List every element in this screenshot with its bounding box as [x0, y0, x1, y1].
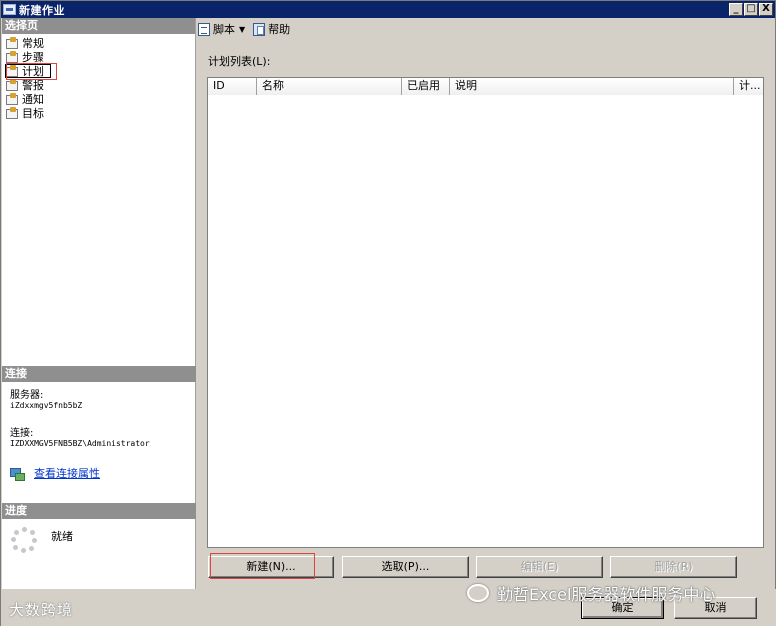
column-header-id[interactable]: ID	[208, 78, 257, 95]
progress-section: 进度 就绪	[2, 503, 196, 553]
connection-header: 连接	[2, 366, 196, 382]
new-job-dialog: 新建作业 _ □ X 选择页 常规 步骤 计划 警报 通知 目标 连接 服务器:…	[0, 0, 776, 626]
page-icon	[5, 79, 18, 91]
window-controls: _ □ X	[729, 3, 773, 16]
column-header-schedule[interactable]: 计...	[734, 78, 763, 95]
script-label: 脚本	[213, 23, 235, 36]
toolbar: 脚本 ▼ 帮助	[198, 19, 775, 39]
watermark-left-text: 大数跨境	[9, 601, 74, 619]
annotation-highlight-new	[210, 553, 315, 579]
nav-item-general[interactable]: 常规	[5, 36, 195, 50]
chevron-down-icon: ▼	[239, 24, 246, 34]
schedule-list-table[interactable]: ID 名称 已启用 说明 计...	[207, 77, 764, 548]
connection-section: 连接 服务器: iZdxxmgv5fnb5bZ 连接: IZDXXMGV5FNB…	[2, 366, 196, 481]
progress-status: 就绪	[51, 530, 73, 543]
help-label: 帮助	[268, 23, 291, 36]
maximize-button[interactable]: □	[744, 3, 758, 16]
watermark-left: 大数跨境	[9, 599, 73, 620]
page-icon	[5, 37, 18, 49]
nav-item-alerts[interactable]: 警报	[5, 78, 195, 92]
nav-item-label: 目标	[22, 107, 44, 120]
column-header-enabled[interactable]: 已启用	[402, 78, 450, 95]
title-bar[interactable]: 新建作业 _ □ X	[1, 1, 775, 18]
close-button[interactable]: X	[759, 3, 773, 16]
minimize-button[interactable]: _	[729, 3, 743, 16]
script-icon	[198, 22, 210, 36]
connection-link-row: 查看连接属性	[10, 465, 196, 481]
view-connection-properties-link[interactable]: 查看连接属性	[34, 465, 100, 481]
watermark-right: 勤哲Excel服务器软件服务中心	[467, 581, 715, 605]
watermark-right-text: 勤哲Excel服务器软件服务中心	[497, 585, 716, 604]
annotation-highlight-schedules	[6, 63, 57, 80]
window-title: 新建作业	[19, 3, 65, 17]
chat-bubble-icon	[467, 584, 489, 602]
connection-label: 连接:	[10, 428, 34, 439]
progress-spinner-icon	[11, 527, 37, 553]
page-icon	[5, 51, 18, 63]
edit-schedule-button[interactable]: 编辑(E)	[476, 556, 603, 578]
server-value: iZdxxmgv5fnb5bZ	[10, 401, 83, 410]
pick-schedule-button[interactable]: 选取(P)...	[342, 556, 469, 578]
progress-body: 就绪	[2, 519, 196, 553]
connection-body: 服务器: iZdxxmgv5fnb5bZ 连接: IZDXXMGV5FNB5BZ…	[2, 382, 196, 481]
table-header: ID 名称 已启用 说明 计...	[208, 78, 763, 95]
help-icon	[253, 22, 266, 36]
server-label: 服务器:	[10, 390, 44, 401]
column-header-description[interactable]: 说明	[450, 78, 734, 95]
progress-header: 进度	[2, 503, 196, 519]
connection-properties-icon	[10, 467, 25, 481]
nav-item-steps[interactable]: 步骤	[5, 50, 195, 64]
connection-value: IZDXXMGV5FNB5BZ\Administrator	[10, 439, 150, 448]
column-header-name[interactable]: 名称	[257, 78, 402, 95]
help-button[interactable]: 帮助	[253, 21, 290, 37]
select-page-header: 选择页	[2, 18, 195, 34]
nav-item-notifications[interactable]: 通知	[5, 92, 195, 106]
left-pane: 选择页 常规 步骤 计划 警报 通知 目标 连接 服务器: iZdxxmgv5f…	[2, 18, 196, 589]
nav-item-targets[interactable]: 目标	[5, 106, 195, 120]
page-icon	[5, 107, 18, 119]
app-window-icon	[3, 4, 16, 15]
delete-schedule-button[interactable]: 删除(R)	[610, 556, 737, 578]
schedule-list-label: 计划列表(L):	[208, 55, 271, 68]
page-icon	[5, 93, 18, 105]
script-button[interactable]: 脚本 ▼	[198, 21, 245, 37]
